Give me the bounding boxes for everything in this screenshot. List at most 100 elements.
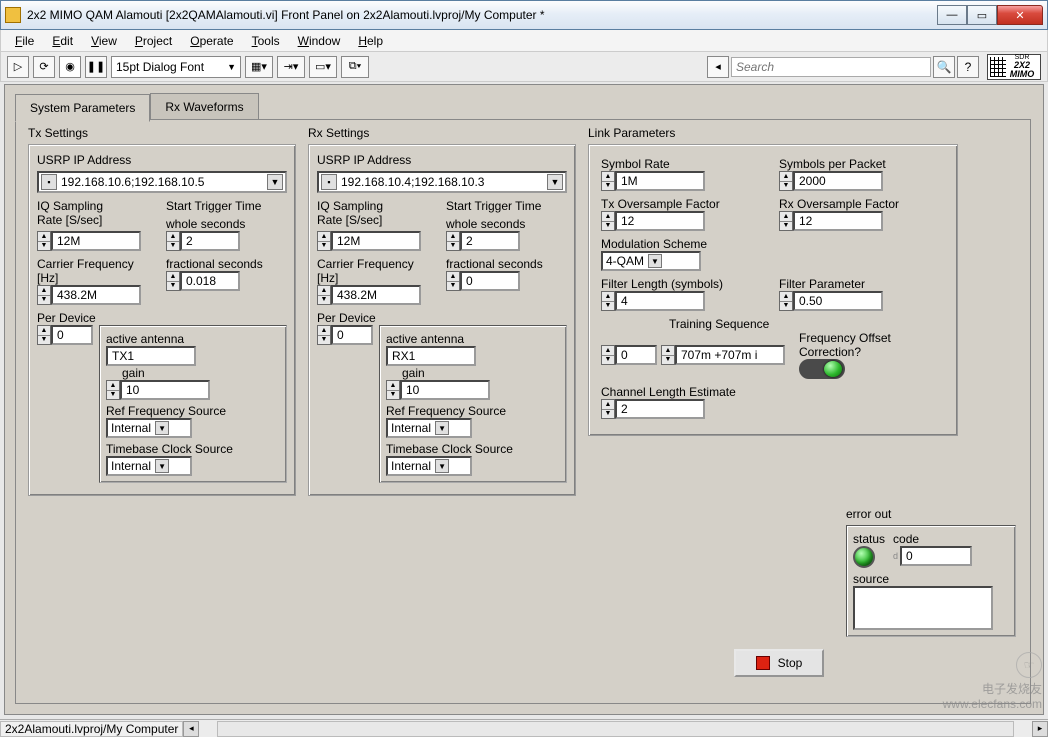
maximize-button[interactable]: ▭	[967, 5, 997, 25]
tx-frac-spinner[interactable]: ▲▼	[166, 271, 180, 291]
tab-system-parameters[interactable]: System Parameters	[15, 94, 150, 122]
tx-device-index[interactable]: 0	[51, 325, 93, 345]
link-section-label: Link Parameters	[588, 126, 1024, 140]
tx-device-index-spinner[interactable]: ▲▼	[37, 325, 51, 345]
tx-whole-input[interactable]: 2	[180, 231, 240, 251]
search-prev-button[interactable]: ◂	[707, 56, 729, 78]
fpar-input[interactable]: 0.50	[793, 291, 883, 311]
txos-input[interactable]: 12	[615, 211, 705, 231]
distribute-button[interactable]: ⇥▾	[277, 56, 305, 78]
tx-iq-spinner[interactable]: ▲▼	[37, 231, 51, 251]
font-select-label: 15pt Dialog Font	[116, 60, 204, 74]
run-continuous-button[interactable]: ⟳	[33, 56, 55, 78]
rxos-spinner[interactable]: ▲▼	[779, 211, 793, 231]
tx-carrier-spinner[interactable]: ▲▼	[37, 285, 51, 305]
rxos-input[interactable]: 12	[793, 211, 883, 231]
stop-icon	[756, 656, 770, 670]
rx-carrier-input[interactable]: 438.2M	[331, 285, 421, 305]
rx-device-index-spinner[interactable]: ▲▼	[317, 325, 331, 345]
pause-button[interactable]: ❚❚	[85, 56, 107, 78]
rx-gain-input[interactable]: 10	[400, 380, 490, 400]
tx-antenna-input[interactable]: TX1	[106, 346, 196, 366]
train-idx-spinner[interactable]: ▲▼	[601, 345, 615, 365]
tx-ip-input[interactable]: ▪ 192.168.10.6;192.168.10.5 ▼	[37, 171, 287, 193]
cle-input[interactable]: 2	[615, 399, 705, 419]
menu-file[interactable]: File	[7, 32, 42, 50]
fpar-label: Filter Parameter	[779, 277, 945, 291]
stop-button[interactable]: Stop	[734, 649, 824, 677]
align-button[interactable]: ▦▾	[245, 56, 273, 78]
rx-whole-spinner[interactable]: ▲▼	[446, 231, 460, 251]
menu-tools[interactable]: Tools	[244, 32, 288, 50]
font-select[interactable]: 15pt Dialog Font ▼	[111, 56, 241, 78]
train-idx-input[interactable]: 0	[615, 345, 657, 365]
toolbar: ▷ ⟳ ◉ ❚❚ 15pt Dialog Font ▼ ▦▾ ⇥▾ ▭▾ ⧉▾ …	[0, 52, 1048, 82]
tx-refsrc-select[interactable]: Internal▼	[106, 418, 192, 438]
chevron-down-icon: ▼	[155, 421, 169, 435]
tx-carrier-input[interactable]: 438.2M	[51, 285, 141, 305]
menu-help[interactable]: Help	[350, 32, 391, 50]
tx-tbsrc-select[interactable]: Internal▼	[106, 456, 192, 476]
spp-spinner[interactable]: ▲▼	[779, 171, 793, 191]
tx-gain-label: gain	[122, 366, 280, 380]
rx-carrier-spinner[interactable]: ▲▼	[317, 285, 331, 305]
minimize-button[interactable]: —	[937, 5, 967, 25]
rx-frac-input[interactable]: 0	[460, 271, 520, 291]
error-source-label: source	[853, 572, 1009, 586]
close-button[interactable]: ✕	[997, 5, 1043, 25]
resize-button[interactable]: ▭▾	[309, 56, 337, 78]
rx-refsrc-select[interactable]: Internal▼	[386, 418, 472, 438]
help-icon[interactable]: ?	[957, 56, 979, 78]
error-source-input[interactable]	[853, 586, 993, 630]
tab-rx-waveforms[interactable]: Rx Waveforms	[150, 93, 258, 121]
menu-project[interactable]: Project	[127, 32, 180, 50]
search-icon[interactable]: 🔍	[933, 56, 955, 78]
txos-spinner[interactable]: ▲▼	[601, 211, 615, 231]
menu-view[interactable]: View	[83, 32, 125, 50]
chevron-down-icon: ▼	[267, 174, 283, 190]
mod-select[interactable]: 4-QAM▼	[601, 251, 701, 271]
menu-edit[interactable]: Edit	[44, 32, 81, 50]
flen-spinner[interactable]: ▲▼	[601, 291, 615, 311]
cle-spinner[interactable]: ▲▼	[601, 399, 615, 419]
tab-body: Tx Settings USRP IP Address ▪ 192.168.10…	[15, 119, 1031, 704]
train-input[interactable]: 707m +707m i	[675, 345, 785, 365]
spp-input[interactable]: 2000	[793, 171, 883, 191]
train-spinner[interactable]: ▲▼	[661, 345, 675, 365]
abort-button[interactable]: ◉	[59, 56, 81, 78]
search-input[interactable]	[731, 57, 931, 77]
scroll-right-button[interactable]: ▸	[1032, 721, 1048, 737]
tx-whole-spinner[interactable]: ▲▼	[166, 231, 180, 251]
foc-switch[interactable]	[799, 359, 845, 379]
horizontal-scrollbar[interactable]	[217, 721, 1014, 737]
rx-gain-spinner[interactable]: ▲▼	[386, 380, 400, 400]
symrate-input[interactable]: 1M	[615, 171, 705, 191]
tx-frac-input[interactable]: 0.018	[180, 271, 240, 291]
rx-frac-spinner[interactable]: ▲▼	[446, 271, 460, 291]
chevron-down-icon: ▼	[648, 254, 662, 268]
tx-trigger-label: Start Trigger Time	[166, 199, 287, 213]
rx-iq-input[interactable]: 12M	[331, 231, 421, 251]
mod-label: Modulation Scheme	[601, 237, 945, 251]
menu-window[interactable]: Window	[290, 32, 349, 50]
rx-device-index[interactable]: 0	[331, 325, 373, 345]
tx-gain-input[interactable]: 10	[120, 380, 210, 400]
tx-gain-spinner[interactable]: ▲▼	[106, 380, 120, 400]
error-code-input[interactable]: 0	[900, 546, 972, 566]
flen-input[interactable]: 4	[615, 291, 705, 311]
rx-iq-spinner[interactable]: ▲▼	[317, 231, 331, 251]
menu-operate[interactable]: Operate	[182, 32, 241, 50]
rx-whole-input[interactable]: 2	[460, 231, 520, 251]
rx-ip-input[interactable]: ▪ 192.168.10.4;192.168.10.3 ▼	[317, 171, 567, 193]
error-out-label: error out	[846, 507, 1016, 521]
tx-iq-input[interactable]: 12M	[51, 231, 141, 251]
scroll-left-button[interactable]: ◂	[183, 721, 199, 737]
reorder-button[interactable]: ⧉▾	[341, 56, 369, 78]
run-button[interactable]: ▷	[7, 56, 29, 78]
fpar-spinner[interactable]: ▲▼	[779, 291, 793, 311]
rx-trigger-label: Start Trigger Time	[446, 199, 567, 213]
rx-tbsrc-select[interactable]: Internal▼	[386, 456, 472, 476]
rx-antenna-input[interactable]: RX1	[386, 346, 476, 366]
vi-icon[interactable]: SDR 2X2 MIMO	[987, 54, 1041, 80]
symrate-spinner[interactable]: ▲▼	[601, 171, 615, 191]
